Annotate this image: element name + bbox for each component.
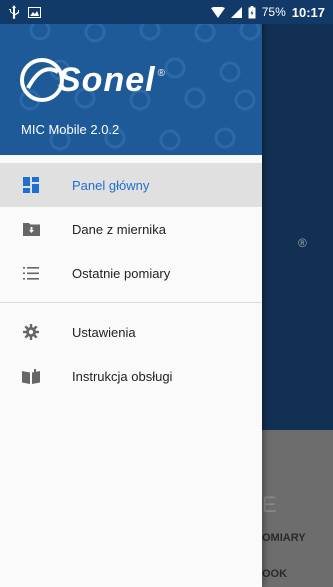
sonel-logo: Sonel ® bbox=[20, 58, 165, 102]
drawer-menu: Panel główny Dane z miernika Ostatnie po… bbox=[0, 155, 262, 398]
wifi-icon bbox=[210, 6, 225, 18]
menu-item-panel-glowny[interactable]: Panel główny bbox=[0, 163, 262, 207]
logo-registered-mark: ® bbox=[157, 67, 165, 79]
menu-label: Panel główny bbox=[72, 177, 150, 193]
dashboard-icon bbox=[22, 176, 40, 194]
usb-icon bbox=[8, 5, 20, 19]
list-icon bbox=[22, 264, 40, 282]
menu-item-dane-z-miernika[interactable]: Dane z miernika bbox=[0, 207, 262, 251]
menu-label: Dane z miernika bbox=[72, 221, 166, 237]
battery-icon bbox=[248, 5, 256, 19]
battery-percent: 75% bbox=[261, 5, 286, 19]
menu-item-ustawienia[interactable]: Ustawienia bbox=[0, 310, 262, 354]
background-letter: E bbox=[262, 492, 277, 517]
image-icon bbox=[28, 6, 41, 18]
signal-icon bbox=[230, 6, 242, 18]
menu-label: Instrukcja obsługi bbox=[72, 368, 173, 384]
menu-item-ostatnie-pomiary[interactable]: Ostatnie pomiary bbox=[0, 251, 262, 295]
background-reg-mark: ® bbox=[298, 236, 307, 250]
gear-icon bbox=[22, 323, 40, 341]
status-bar: 75% 10:17 bbox=[0, 0, 333, 24]
background-label-book[interactable]: OOK bbox=[262, 568, 287, 580]
menu-item-instrukcja-obslugi[interactable]: Instrukcja obsługi bbox=[0, 354, 262, 398]
clock: 10:17 bbox=[291, 4, 325, 20]
book-icon bbox=[22, 367, 40, 385]
menu-divider bbox=[0, 302, 262, 303]
navigation-drawer: Sonel ® MIC Mobile 2.0.2 Panel główny Da… bbox=[0, 0, 262, 587]
background-label-pomiary[interactable]: OMIARY bbox=[262, 532, 306, 544]
menu-label: Ostatnie pomiary bbox=[72, 265, 171, 281]
menu-label: Ustawienia bbox=[72, 324, 136, 340]
app-version: MIC Mobile 2.0.2 bbox=[21, 122, 120, 137]
folder-download-icon bbox=[22, 220, 40, 238]
logo-text: Sonel bbox=[58, 60, 156, 99]
